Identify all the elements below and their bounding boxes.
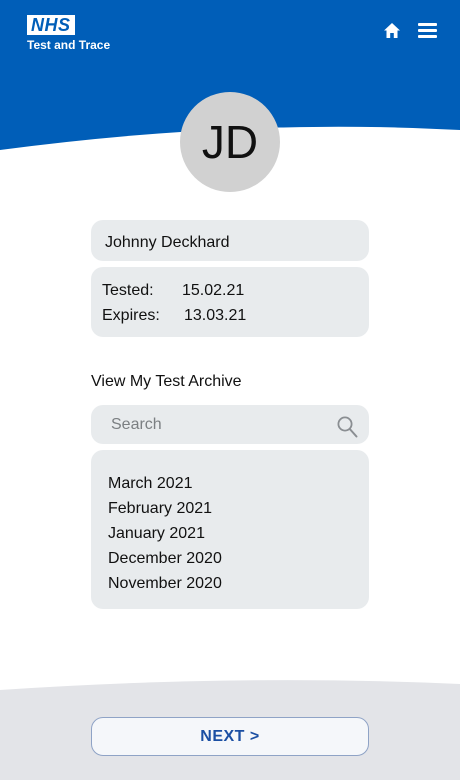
- search-icon[interactable]: [337, 416, 358, 443]
- expires-date: 13.03.21: [184, 307, 247, 324]
- archive-list: March 2021 February 2021 January 2021 De…: [91, 450, 369, 609]
- user-name-card: Johnny Deckhard: [91, 220, 369, 261]
- hamburger-menu-icon[interactable]: [418, 22, 437, 43]
- archive-title: View My Test Archive: [91, 373, 242, 390]
- expires-row: Expires: 13.03.21: [102, 307, 369, 332]
- logo-subtitle: Test and Trace: [27, 38, 111, 52]
- tested-label: Tested:: [102, 282, 154, 299]
- nhs-logo: NHS Test and Trace: [27, 15, 110, 52]
- tested-date: 15.02.21: [182, 282, 245, 299]
- home-icon[interactable]: [383, 22, 401, 44]
- archive-item-march-2021[interactable]: March 2021: [108, 471, 369, 496]
- user-name: Johnny Deckhard: [105, 234, 230, 251]
- archive-item-december-2020[interactable]: December 2020: [108, 546, 369, 571]
- tested-row: Tested: 15.02.21: [102, 282, 369, 307]
- avatar: JD: [180, 92, 280, 192]
- test-dates-card: Tested: 15.02.21 Expires: 13.03.21: [91, 267, 369, 337]
- expires-label: Expires:: [102, 307, 160, 324]
- nhs-logo-text: NHS: [27, 15, 75, 35]
- next-button[interactable]: NEXT >: [91, 717, 369, 756]
- search-bar: [91, 405, 369, 444]
- archive-item-january-2021[interactable]: January 2021: [108, 521, 369, 546]
- search-input[interactable]: [111, 405, 331, 444]
- archive-item-november-2020[interactable]: November 2020: [108, 571, 369, 596]
- archive-item-february-2021[interactable]: February 2021: [108, 496, 369, 521]
